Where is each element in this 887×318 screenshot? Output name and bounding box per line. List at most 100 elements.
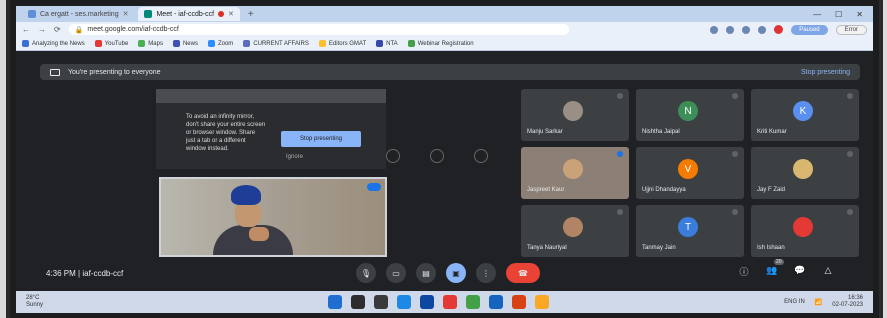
participant-tile[interactable]: Jaspreet Kaur [521, 147, 629, 199]
bookmark-star-icon[interactable] [742, 25, 751, 34]
participant-tile[interactable]: Manju Sarkar [521, 89, 629, 141]
bookmark-item[interactable]: Zoom [207, 40, 233, 47]
chat-icon[interactable]: 💬 [794, 265, 806, 277]
youtube-icon [94, 40, 102, 47]
bookmark-icon [376, 40, 384, 47]
start-icon[interactable] [328, 295, 342, 309]
extensions-icon[interactable] [758, 25, 767, 34]
widgets-icon[interactable] [397, 295, 411, 309]
participant-tile[interactable]: Tanya Naurlyal [521, 205, 629, 257]
stop-presenting-button[interactable]: Stop presenting [281, 131, 361, 147]
forward-icon[interactable]: → [38, 25, 46, 34]
speaking-indicator-icon [617, 151, 623, 157]
stop-presenting-link[interactable]: Stop presenting [801, 69, 850, 76]
edge-icon[interactable] [466, 295, 480, 309]
participant-tile[interactable]: T Tanmay Jain [636, 205, 744, 257]
close-icon[interactable]: ✕ [123, 10, 129, 18]
info-icon[interactable]: ⓘ [738, 265, 750, 277]
profile-pill[interactable]: Paused [791, 24, 828, 35]
back-icon[interactable]: ← [22, 25, 30, 34]
task-view-icon[interactable] [374, 295, 388, 309]
weather-widget[interactable]: 28°C Sunny [26, 295, 43, 309]
toolbar-icons: Paused Error [710, 24, 867, 35]
windows-taskbar: 28°C Sunny ENG IN 📶 16:36 02-07-2023 [16, 291, 873, 313]
bookmark-item[interactable]: Webinar Registration [407, 40, 474, 47]
browser-tab-meet[interactable]: Meet - iaf-ccdb-ccf ✕ [138, 7, 240, 21]
mic-muted-icon [847, 151, 853, 157]
update-pill[interactable]: Error [835, 24, 867, 35]
bookmark-item[interactable]: News [172, 40, 198, 47]
bookmark-icon [407, 40, 415, 47]
participant-avatar [563, 217, 583, 237]
bookmarks-bar: Analyzing the News YouTube Maps News Zoo… [16, 37, 873, 51]
bookmark-item[interactable]: Maps [138, 40, 163, 47]
chrome-icon[interactable] [443, 295, 457, 309]
pin-icon[interactable] [386, 149, 400, 163]
share-icon[interactable] [726, 25, 735, 34]
mic-muted-icon [732, 209, 738, 215]
mute-icon[interactable] [430, 149, 444, 163]
bookmark-item[interactable]: NTA [376, 40, 398, 47]
present-screen-icon [50, 68, 60, 76]
bookmark-item[interactable]: Analyzing the News [22, 40, 85, 47]
maximize-icon[interactable]: ☐ [835, 10, 842, 19]
presenting-text: You're presenting to everyone [68, 68, 161, 76]
bookmark-item[interactable]: YouTube [94, 40, 128, 47]
weather-desc: Sunny [26, 302, 44, 308]
participant-tile[interactable]: Jay F Zaid [751, 147, 859, 199]
present-now-icon[interactable]: ▣ [446, 263, 466, 283]
people-icon[interactable]: 👥 20 [766, 259, 784, 277]
leave-call-icon[interactable]: ☎ [506, 263, 540, 283]
browser-tab-1[interactable]: Ca ergatt - ses.marketing ✕ [22, 7, 134, 21]
more-icon[interactable] [474, 149, 488, 163]
meet-window: You're presenting to everyone Stop prese… [16, 51, 873, 291]
person-hands [249, 227, 269, 241]
mic-icon[interactable]: 🎙 [356, 263, 376, 283]
wifi-icon[interactable]: 📶 [815, 299, 822, 306]
participant-tile[interactable]: Ish Ishaan [751, 205, 859, 257]
participant-tile[interactable]: K Kriti Kumar [751, 89, 859, 141]
language-indicator[interactable]: ENG IN [784, 299, 805, 305]
bookmark-icon [318, 40, 326, 47]
close-window-icon[interactable]: ✕ [856, 10, 863, 19]
reload-icon[interactable]: ⟳ [54, 25, 61, 34]
camera-icon[interactable]: ▭ [386, 263, 406, 283]
browser-tab-strip: Ca ergatt - ses.marketing ✕ Meet - iaf-c… [16, 6, 873, 22]
captions-icon[interactable]: ▤ [416, 263, 436, 283]
mic-muted-icon [732, 93, 738, 99]
participant-tile[interactable]: V Ujjni Dhandayya [636, 147, 744, 199]
store-icon[interactable] [489, 295, 503, 309]
news-icon [172, 40, 180, 47]
bookmark-item[interactable]: CURRENT AFFAIRS [243, 40, 309, 47]
participant-avatar: V [678, 159, 698, 179]
meet-favicon-icon [144, 10, 153, 18]
participant-name: Kriti Kumar [757, 129, 787, 135]
office-icon[interactable] [512, 295, 526, 309]
activities-icon[interactable]: △ [822, 265, 834, 277]
weather-temp: 28°C [26, 295, 40, 301]
participant-avatar [563, 159, 583, 179]
new-tab-icon[interactable]: + [248, 9, 254, 20]
participant-name: Tanya Naurlyal [527, 245, 567, 251]
camera-permission-icon[interactable] [710, 25, 719, 34]
clock[interactable]: 16:36 02-07-2023 [832, 295, 863, 309]
tab-label: Meet - iaf-ccdb-ccf [156, 10, 215, 18]
participant-avatar [563, 101, 583, 121]
search-icon[interactable] [351, 295, 365, 309]
profile-avatar[interactable] [774, 25, 784, 34]
explorer-icon[interactable] [535, 295, 549, 309]
participant-name: Nishtha Jaipal [642, 129, 680, 135]
participant-tile[interactable]: N Nishtha Jaipal [636, 89, 744, 141]
close-icon[interactable]: ✕ [228, 10, 234, 18]
presenting-banner: You're presenting to everyone Stop prese… [40, 64, 860, 80]
minimize-icon[interactable]: — [813, 10, 821, 19]
presenter-video-tile[interactable] [159, 177, 387, 257]
url-input[interactable]: 🔒 meet.google.com/iaf-ccdb-ccf [68, 24, 569, 35]
teams-icon[interactable] [420, 295, 434, 309]
recording-dot-icon [218, 11, 225, 17]
ignore-button[interactable]: Ignore [286, 154, 303, 160]
clock-time: 16:36 [847, 295, 863, 301]
mic-muted-icon [847, 209, 853, 215]
bookmark-item[interactable]: Editors GMAT [318, 40, 366, 47]
more-options-icon[interactable]: ⋮ [476, 263, 496, 283]
